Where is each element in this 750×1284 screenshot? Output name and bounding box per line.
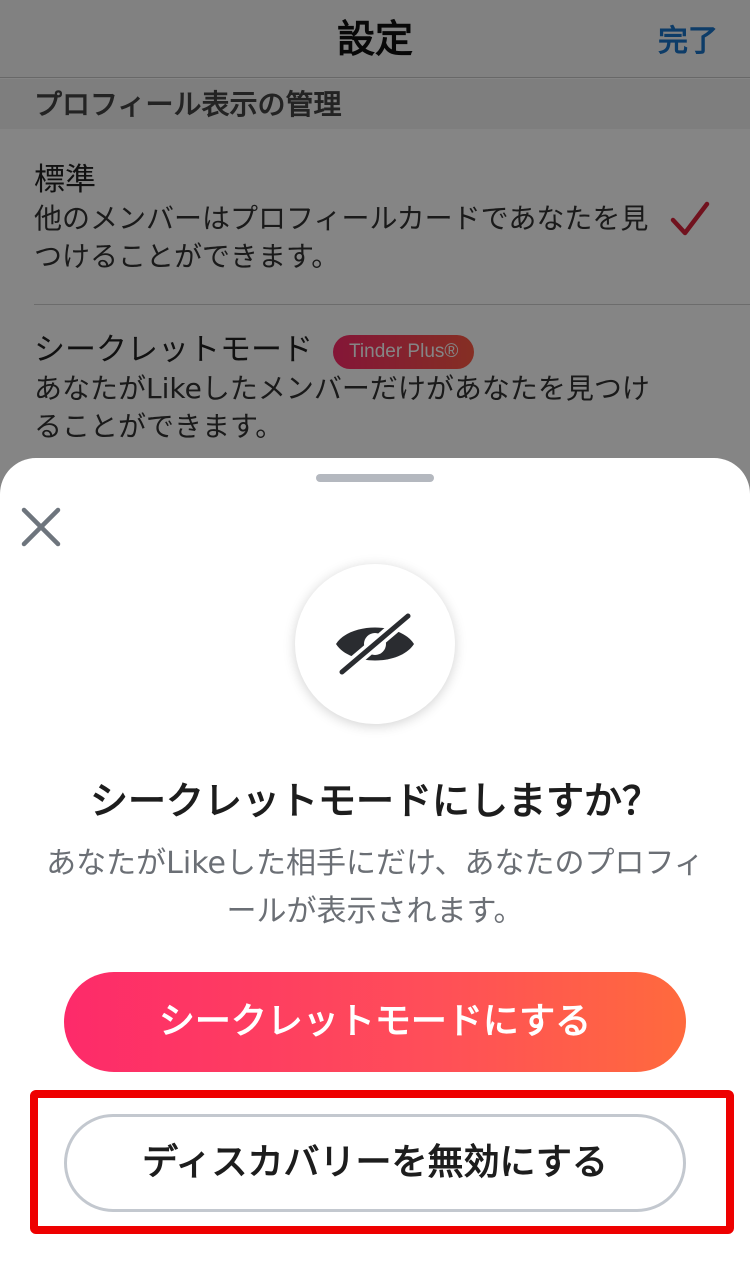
disable-discovery-button[interactable]: ディスカバリーを無効にする <box>64 1114 686 1212</box>
sheet-title: シークレットモードにしますか？ <box>89 779 660 823</box>
bottom-sheet: シークレットモードにしますか？ あなたがLikeした相手にだけ、あなたのプロフィ… <box>0 458 750 1284</box>
enable-secret-mode-button[interactable]: シークレットモードにする <box>64 972 686 1072</box>
close-icon[interactable] <box>18 504 64 550</box>
sheet-grabber[interactable] <box>316 474 434 482</box>
sheet-description: あなたがLikeした相手にだけ、あなたのプロフィールが表示されます。 <box>46 846 704 929</box>
eye-slash-icon <box>336 612 414 676</box>
icon-badge <box>295 564 455 724</box>
